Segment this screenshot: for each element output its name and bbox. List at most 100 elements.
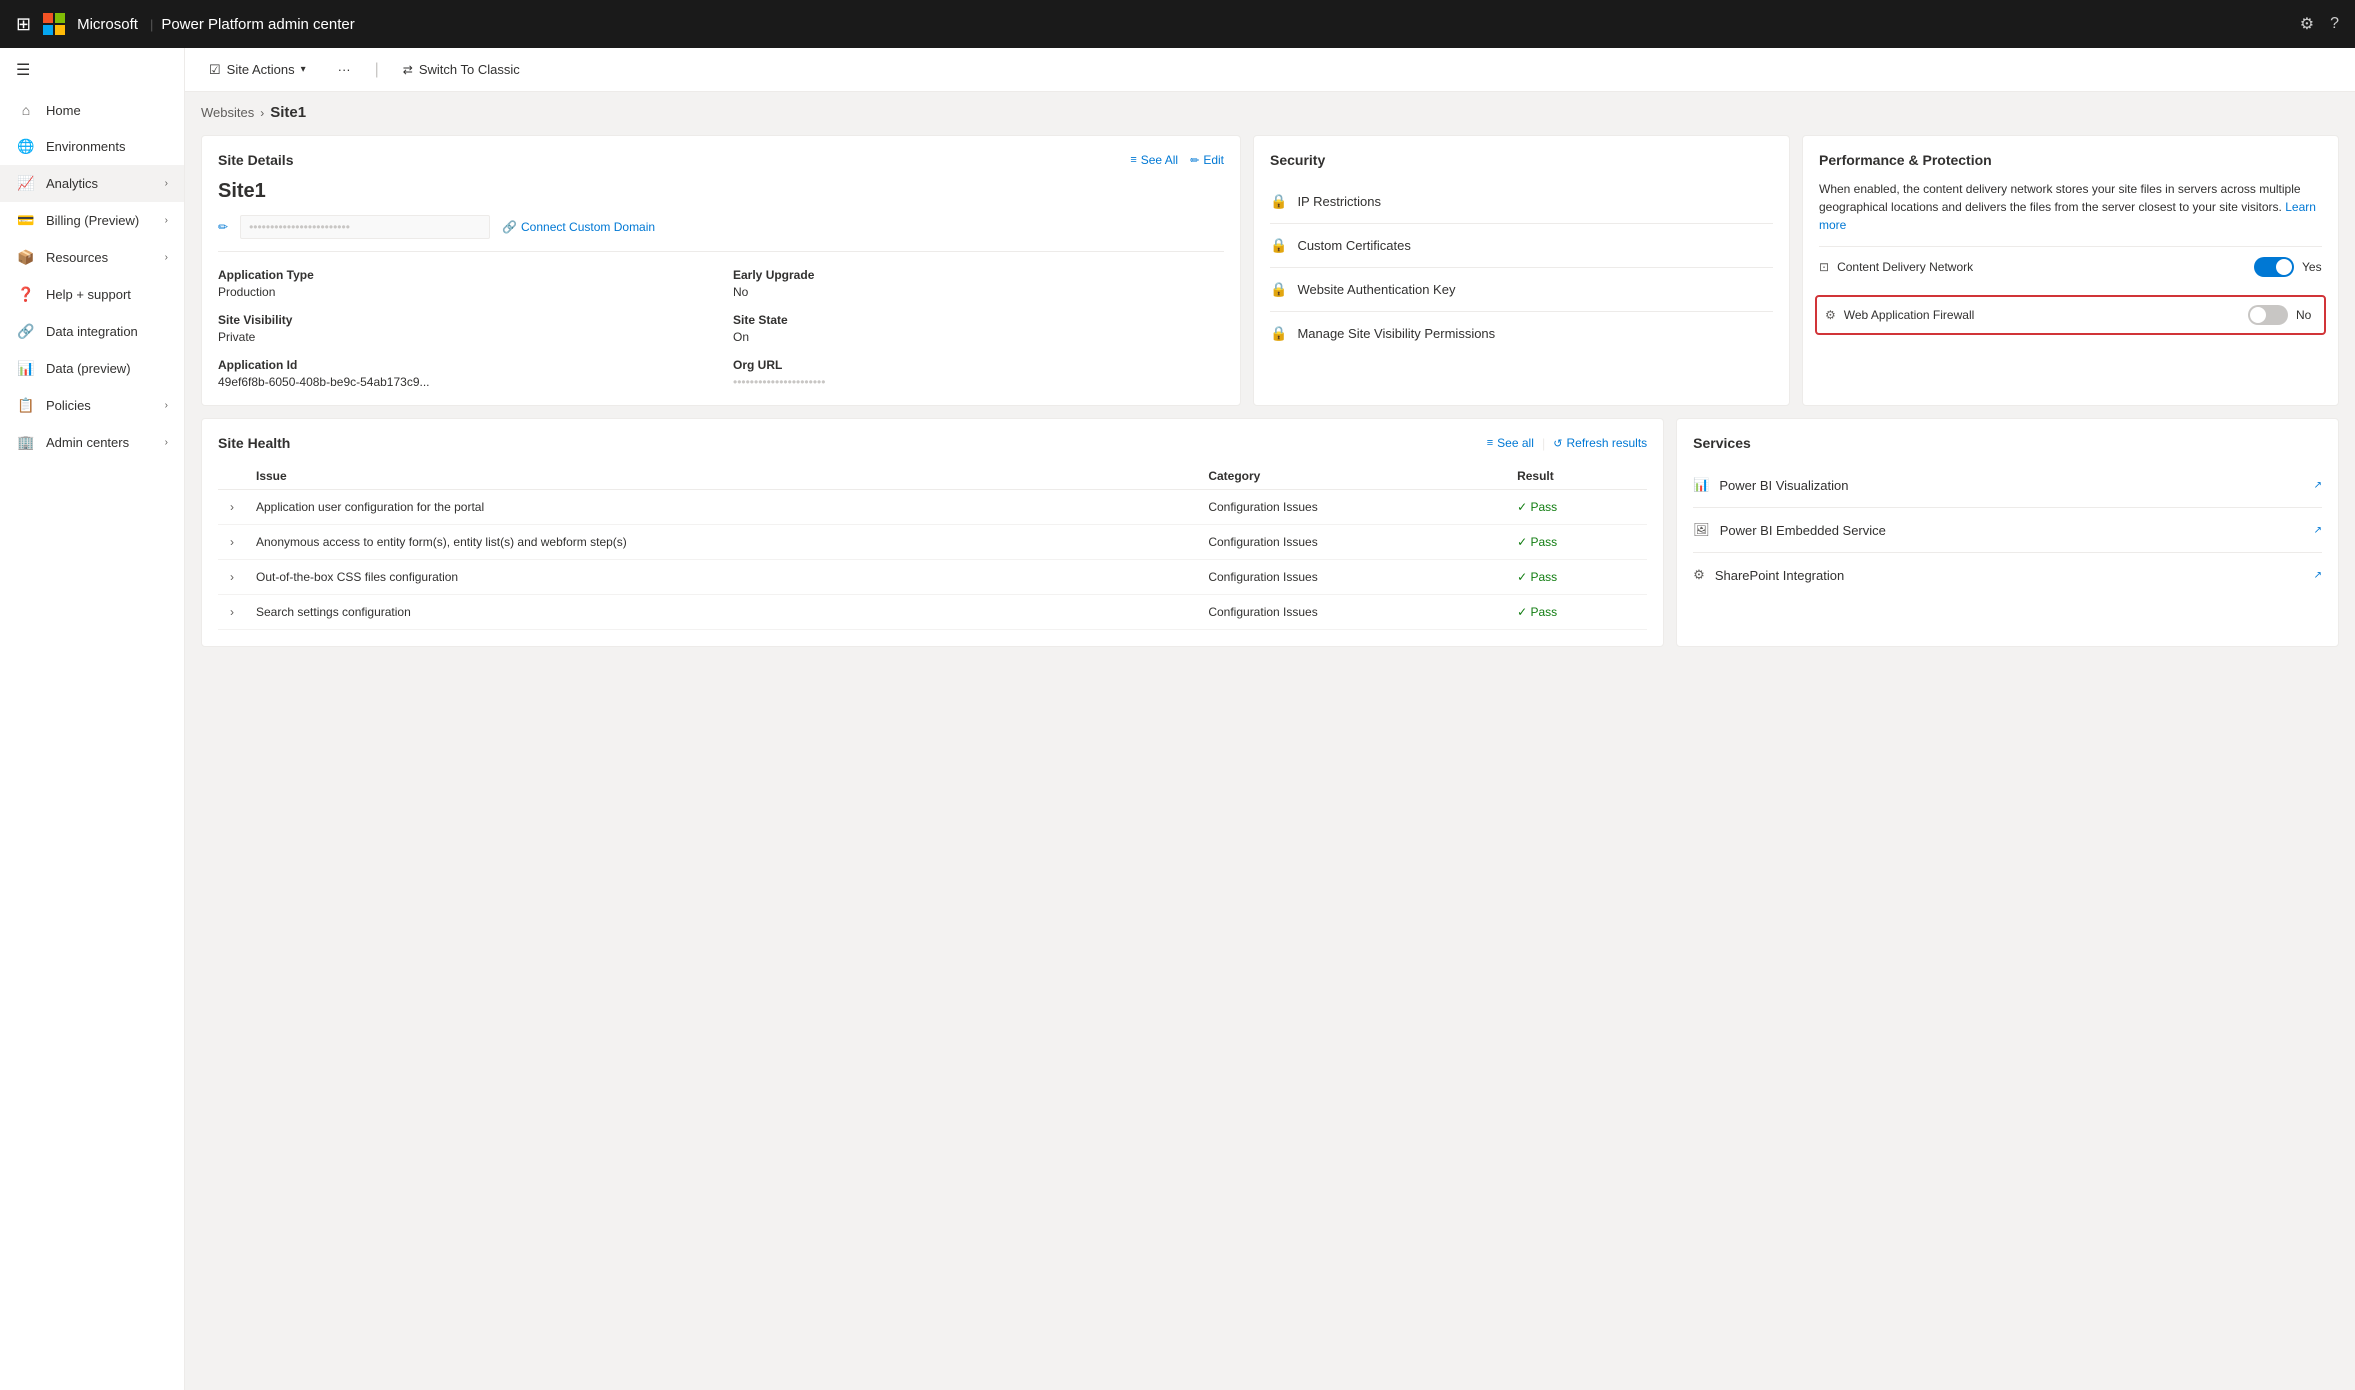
- sidebar-item-admin-centers[interactable]: 🏢 Admin centers ›: [0, 424, 184, 461]
- field-org-url-value: ••••••••••••••••••••••: [733, 375, 825, 389]
- help-support-icon: ❓: [16, 286, 36, 303]
- site-actions-button[interactable]: ☑ Site Actions ▾: [201, 56, 314, 84]
- field-application-type: Application Type Production: [218, 268, 709, 299]
- field-early-upgrade-label: Early Upgrade: [733, 268, 1224, 282]
- analytics-icon: 📈: [16, 175, 36, 192]
- custom-certificates-label: Custom Certificates: [1297, 238, 1410, 253]
- sidebar-label-home: Home: [46, 103, 168, 118]
- hamburger-icon[interactable]: ☰: [0, 48, 184, 92]
- row-category-0: Configuration Issues: [1200, 490, 1509, 525]
- sidebar-label-environments: Environments: [46, 139, 168, 154]
- sidebar-item-help[interactable]: ❓ Help + support: [0, 276, 184, 313]
- field-site-state-value: On: [733, 330, 749, 344]
- service-item-powerbi-embedded[interactable]: 🖼 Power BI Embedded Service ↗: [1693, 508, 2322, 553]
- cdn-toggle-thumb: [2276, 259, 2292, 275]
- more-options-button[interactable]: ···: [330, 56, 359, 83]
- site-url-value: ••••••••••••••••••••••••: [240, 215, 490, 239]
- switch-classic-button[interactable]: ⇄ Switch To Classic: [395, 56, 528, 83]
- topbar: ⊞ Microsoft | Power Platform admin cente…: [0, 0, 2355, 48]
- service-item-sharepoint[interactable]: ⚙ SharePoint Integration ↗: [1693, 553, 2322, 597]
- health-see-all-icon: ≡: [1487, 437, 1493, 449]
- checkbox-icon: ☑: [209, 62, 221, 78]
- see-all-button[interactable]: ≡ See All: [1130, 153, 1178, 167]
- health-table: Issue Category Result › Application user…: [218, 463, 1647, 630]
- services-header: Services: [1693, 435, 2322, 451]
- sidebar-label-data-integration: Data integration: [46, 324, 168, 339]
- edit-label: Edit: [1203, 153, 1224, 167]
- content-area: Websites › Site1 Site Details ≡ See All: [185, 92, 2355, 1390]
- waf-icon: ⚙: [1825, 308, 1836, 322]
- settings-icon[interactable]: ⚙: [2300, 14, 2314, 34]
- site-details-header: Site Details ≡ See All ✏ Edit: [218, 152, 1224, 168]
- billing-chevron-icon: ›: [165, 215, 168, 226]
- row-result-0: ✓ Pass: [1509, 490, 1647, 525]
- refresh-results-button[interactable]: ↺ Refresh results: [1553, 436, 1647, 450]
- waf-toggle[interactable]: [2248, 305, 2288, 325]
- sidebar-item-environments[interactable]: 🌐 Environments: [0, 128, 184, 165]
- cdn-toggle-track: [2254, 257, 2294, 277]
- security-item-auth-key[interactable]: 🔒 Website Authentication Key: [1270, 268, 1773, 312]
- breadcrumb: Websites › Site1: [201, 104, 2339, 121]
- site-actions-label: Site Actions: [227, 62, 295, 77]
- admin-centers-icon: 🏢: [16, 434, 36, 451]
- field-site-visibility-label: Site Visibility: [218, 313, 709, 327]
- security-list: 🔒 IP Restrictions 🔒 Custom Certificates …: [1270, 180, 1773, 355]
- security-item-custom-certificates[interactable]: 🔒 Custom Certificates: [1270, 224, 1773, 268]
- services-list: 📊 Power BI Visualization ↗ 🖼 Power BI Em…: [1693, 463, 2322, 597]
- row-category-3: Configuration Issues: [1200, 595, 1509, 630]
- sharepoint-icon: ⚙: [1693, 567, 1705, 583]
- col-result: Result: [1509, 463, 1647, 490]
- help-icon[interactable]: ?: [2330, 15, 2339, 33]
- field-application-id-value: 49ef6f8b-6050-408b-be9c-54ab173c9...: [218, 375, 430, 389]
- waffle-icon[interactable]: ⊞: [16, 14, 31, 35]
- performance-header: Performance & Protection: [1819, 152, 2322, 168]
- sidebar-item-billing[interactable]: 💳 Billing (Preview) ›: [0, 202, 184, 239]
- security-item-ip-restrictions[interactable]: 🔒 IP Restrictions: [1270, 180, 1773, 224]
- policies-chevron-icon: ›: [165, 400, 168, 411]
- health-see-all-button[interactable]: ≡ See all: [1487, 436, 1534, 450]
- site-health-card: Site Health ≡ See all | ↺ Refresh result…: [201, 418, 1664, 647]
- switch-classic-label: Switch To Classic: [419, 62, 520, 77]
- site-name: Site1: [218, 180, 1224, 203]
- sidebar-item-analytics[interactable]: 📈 Analytics ›: [0, 165, 184, 202]
- home-icon: ⌂: [16, 102, 36, 118]
- services-card: Services 📊 Power BI Visualization ↗ 🖼 Po…: [1676, 418, 2339, 647]
- sidebar-item-data-preview[interactable]: 📊 Data (preview): [0, 350, 184, 387]
- visibility-permissions-label: Manage Site Visibility Permissions: [1297, 326, 1495, 341]
- edit-button[interactable]: ✏ Edit: [1190, 153, 1224, 167]
- row-expand-1[interactable]: ›: [226, 533, 238, 551]
- sidebar-item-resources[interactable]: 📦 Resources ›: [0, 239, 184, 276]
- row-result-2: ✓ Pass: [1509, 560, 1647, 595]
- site-health-header: Site Health ≡ See all | ↺ Refresh result…: [218, 435, 1647, 451]
- row-expand-2[interactable]: ›: [226, 568, 238, 586]
- sidebar-item-data-integration[interactable]: 🔗 Data integration: [0, 313, 184, 350]
- waf-toggle-value: No: [2296, 308, 2316, 322]
- sidebar-item-policies[interactable]: 📋 Policies ›: [0, 387, 184, 424]
- sidebar-label-billing: Billing (Preview): [46, 213, 165, 228]
- sharepoint-external-icon: ↗: [2314, 570, 2322, 581]
- powerbi-viz-label: Power BI Visualization: [1719, 478, 1848, 493]
- visibility-permissions-icon: 🔒: [1270, 325, 1287, 342]
- environments-icon: 🌐: [16, 138, 36, 155]
- resources-icon: 📦: [16, 249, 36, 266]
- table-row: › Search settings configuration Configur…: [218, 595, 1647, 630]
- connect-domain-button[interactable]: 🔗 Connect Custom Domain: [502, 220, 655, 234]
- security-item-visibility-permissions[interactable]: 🔒 Manage Site Visibility Permissions: [1270, 312, 1773, 355]
- breadcrumb-parent[interactable]: Websites: [201, 105, 254, 120]
- field-site-state: Site State On: [733, 313, 1224, 344]
- refresh-label: Refresh results: [1566, 436, 1647, 450]
- sidebar-label-policies: Policies: [46, 398, 165, 413]
- waf-toggle-track: [2248, 305, 2288, 325]
- service-item-powerbi-viz[interactable]: 📊 Power BI Visualization ↗: [1693, 463, 2322, 508]
- breadcrumb-current: Site1: [270, 104, 306, 121]
- sidebar-label-admin-centers: Admin centers: [46, 435, 165, 450]
- billing-icon: 💳: [16, 212, 36, 229]
- row-issue-3: Search settings configuration: [248, 595, 1200, 630]
- row-expand-0[interactable]: ›: [226, 498, 238, 516]
- sidebar-label-help: Help + support: [46, 287, 168, 302]
- sidebar-item-home[interactable]: ⌂ Home: [0, 92, 184, 128]
- security-header: Security: [1270, 152, 1773, 168]
- performance-card: Performance & Protection When enabled, t…: [1802, 135, 2339, 406]
- cdn-toggle[interactable]: [2254, 257, 2294, 277]
- row-expand-3[interactable]: ›: [226, 603, 238, 621]
